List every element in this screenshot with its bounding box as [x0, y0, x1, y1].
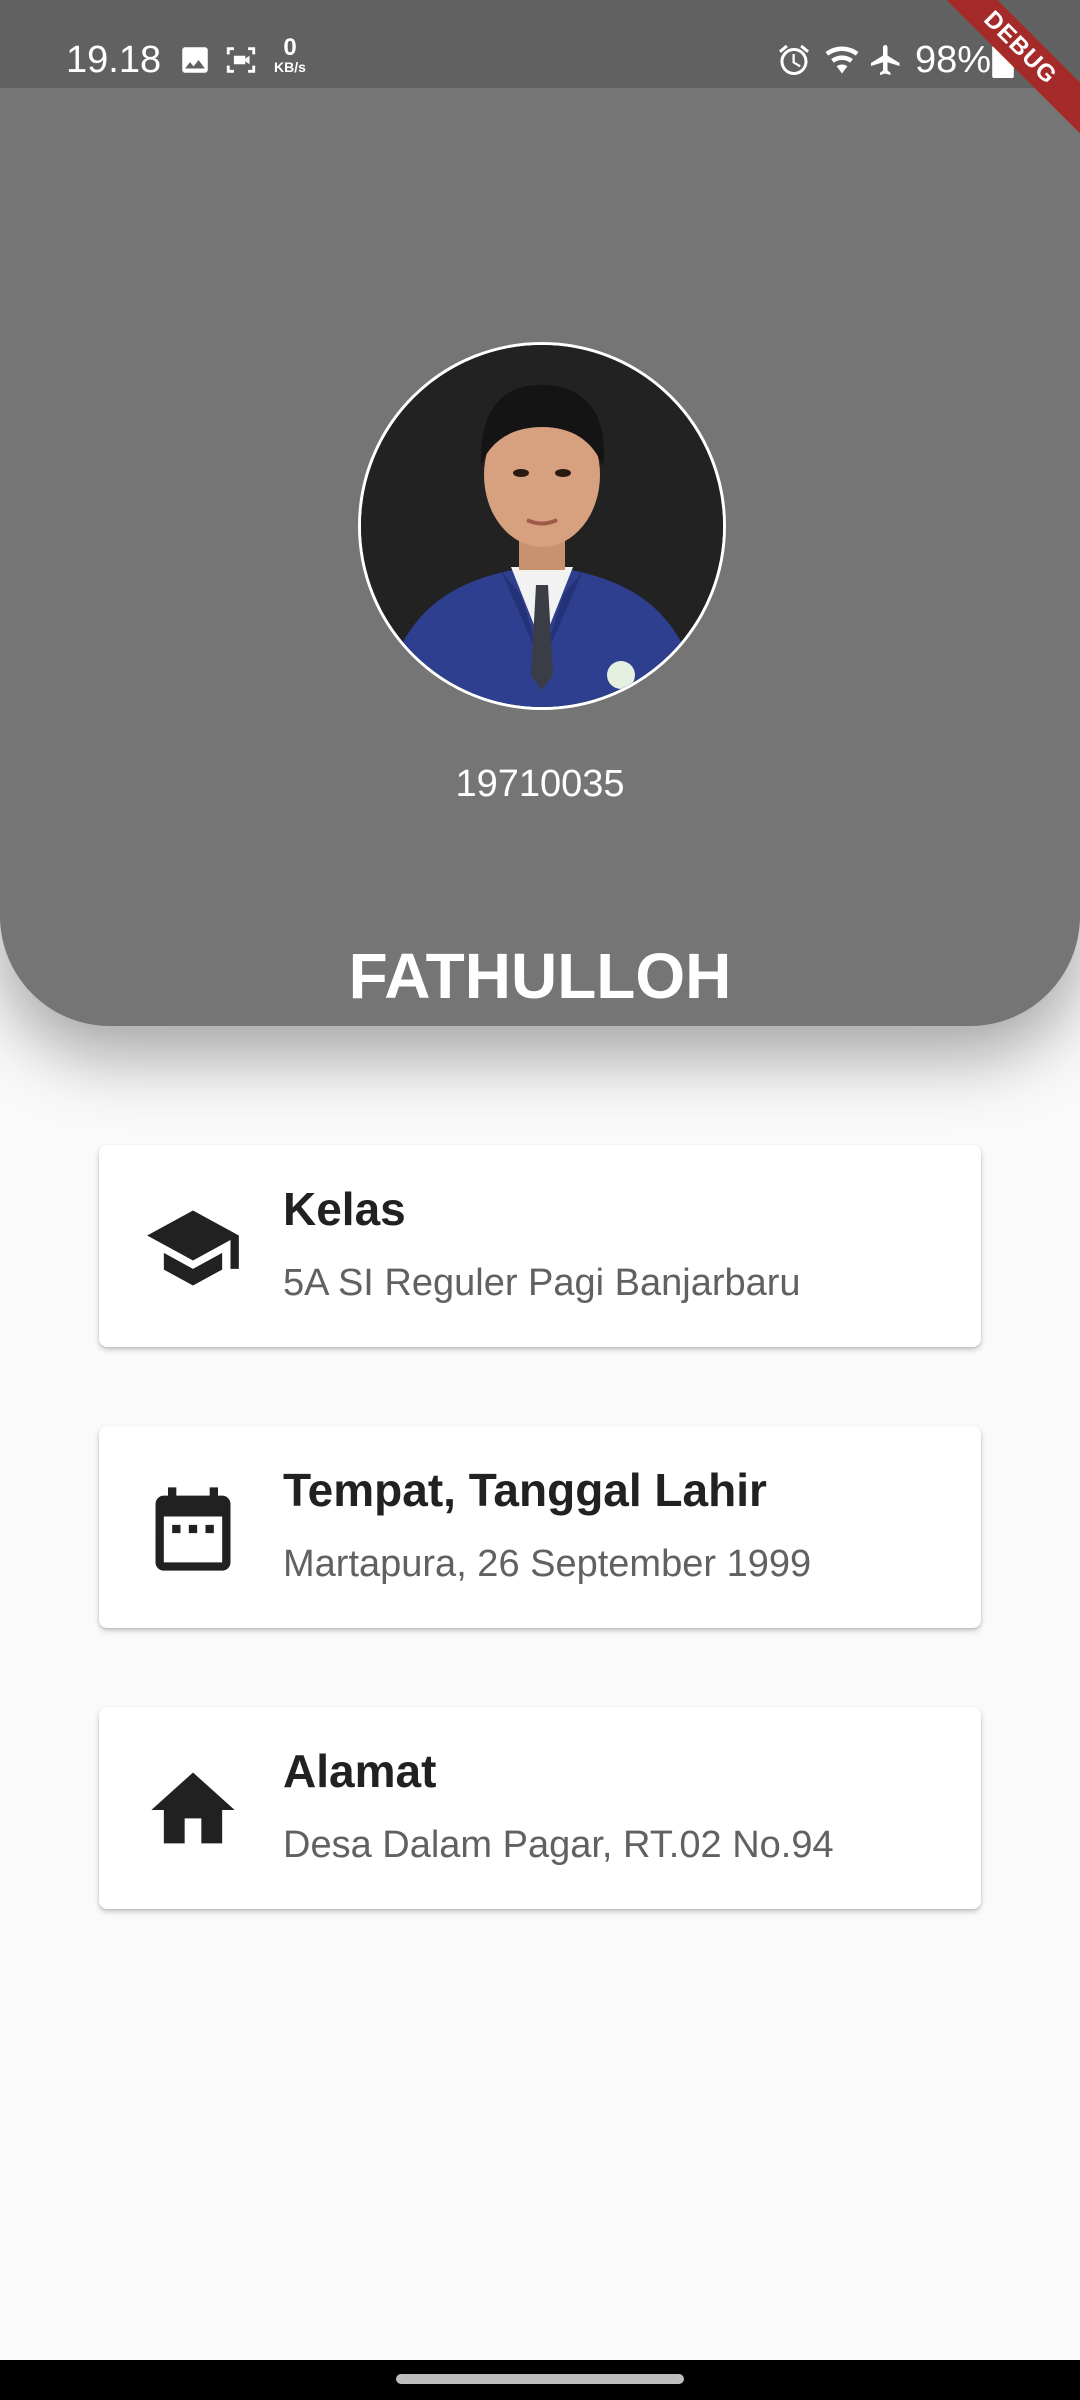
card-value: 5A SI Reguler Pagi Banjarbaru	[283, 1262, 801, 1304]
graduation-cap-icon	[143, 1198, 243, 1298]
battery-percentage: 98%	[915, 39, 992, 81]
card-address: Alamat Desa Dalam Pagar, RT.02 No.94	[99, 1707, 981, 1909]
profile-header: 19710035 FATHULLOH	[0, 88, 1080, 1026]
calendar-icon	[143, 1479, 243, 1579]
card-title: Alamat	[283, 1745, 437, 1797]
avatar	[358, 342, 726, 710]
network-speed-value: 0	[283, 34, 297, 61]
home-gesture-handle[interactable]	[396, 2374, 684, 2384]
card-birth: Tempat, Tanggal Lahir Martapura, 26 Sept…	[99, 1426, 981, 1628]
alarm-icon	[776, 38, 812, 82]
card-title: Tempat, Tanggal Lahir	[283, 1464, 767, 1516]
gallery-icon	[178, 38, 212, 82]
student-name: FATHULLOH	[348, 940, 732, 1012]
student-id: 19710035	[455, 763, 625, 805]
card-title: Kelas	[283, 1183, 406, 1235]
network-speed: 0 KB/s	[270, 34, 310, 75]
card-value: Desa Dalam Pagar, RT.02 No.94	[283, 1824, 834, 1866]
card-value: Martapura, 26 September 1999	[283, 1543, 812, 1585]
avatar-photo	[361, 345, 723, 707]
status-bar: 19.18 0 KB/s 98%	[0, 0, 1080, 88]
screen-record-icon	[224, 38, 258, 82]
home-icon	[143, 1760, 243, 1860]
wifi-icon	[822, 38, 862, 82]
card-kelas: Kelas 5A SI Reguler Pagi Banjarbaru	[99, 1145, 981, 1347]
airplane-mode-icon	[868, 38, 904, 82]
navigation-bar	[0, 2360, 1080, 2400]
network-speed-unit: KB/s	[274, 59, 306, 75]
status-time: 19.18	[66, 39, 162, 81]
